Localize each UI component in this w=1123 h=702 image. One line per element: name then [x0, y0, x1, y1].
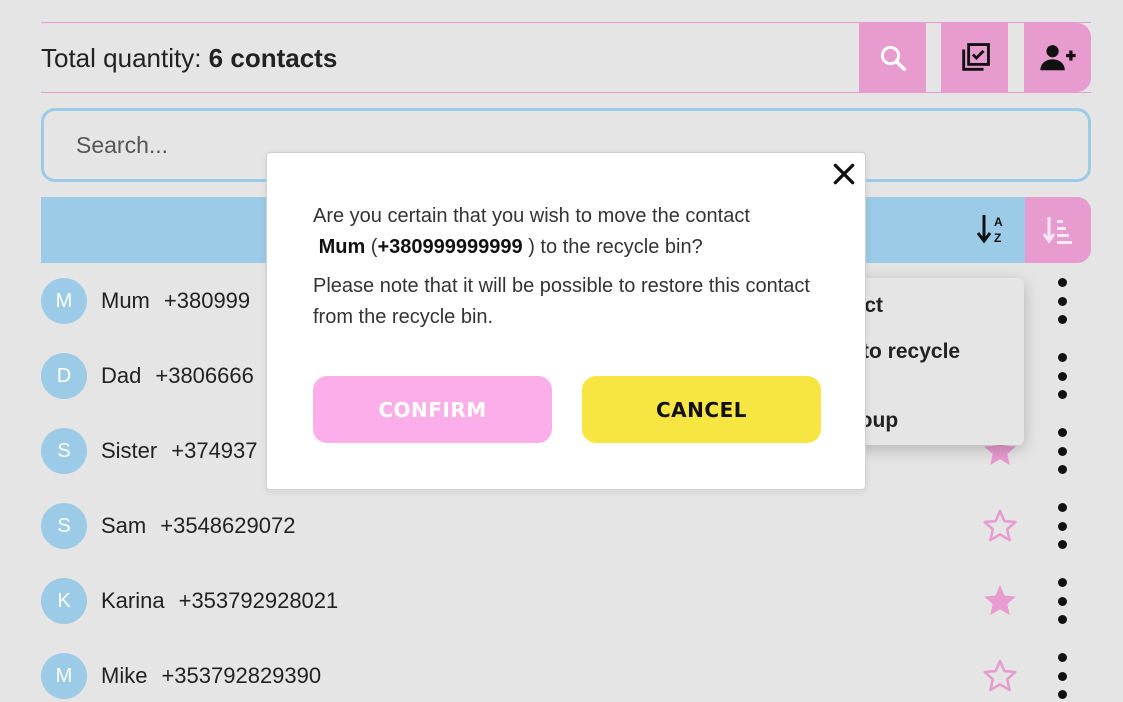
more-vert-icon[interactable] — [1051, 500, 1073, 552]
sort-order-icon — [1042, 217, 1072, 244]
more-vert-icon[interactable] — [1051, 650, 1073, 702]
more-vert-icon[interactable] — [1051, 350, 1073, 402]
total-quantity-count: 6 contacts — [208, 43, 338, 73]
contact-name: Sam — [101, 513, 147, 538]
header-bar: Total quantity: 6 contacts — [41, 22, 1091, 93]
contact-text: Mum +380999 — [101, 288, 250, 314]
contact-phone: +374937 — [171, 438, 258, 463]
star-outline-icon[interactable] — [981, 657, 1019, 695]
confirm-dialog: Are you certain that you wish to move th… — [266, 152, 866, 490]
contact-text: Karina +353792928021 — [101, 588, 338, 614]
dialog-message: Are you certain that you wish to move th… — [313, 201, 833, 333]
add-contact-button[interactable] — [1024, 23, 1091, 92]
search-icon — [880, 45, 906, 71]
contact-text: Sam +3548629072 — [101, 513, 295, 539]
contact-phone: +353792829390 — [161, 663, 322, 688]
sort-alpha-icon[interactable]: A Z — [976, 211, 1008, 247]
star-filled-icon[interactable] — [981, 582, 1019, 620]
select-contacts-button[interactable] — [941, 23, 1008, 92]
contact-name: Karina — [101, 588, 165, 613]
avatar: D — [41, 353, 87, 399]
more-vert-icon[interactable] — [1051, 575, 1073, 627]
more-vert-icon[interactable] — [1051, 425, 1073, 477]
contact-row[interactable]: S Sam +3548629072 — [41, 503, 1091, 549]
dialog-contact-phone: +380999999999 — [377, 236, 523, 258]
sort-order-button[interactable] — [1025, 197, 1091, 263]
dialog-question-end: ) to the recycle bin? — [528, 236, 703, 258]
contact-text: Mike +353792829390 — [101, 663, 321, 689]
select-all-icon — [961, 42, 990, 71]
contact-name: Mike — [101, 663, 148, 688]
dialog-contact-name: Mum — [318, 236, 366, 258]
contact-name: Dad — [101, 363, 142, 388]
more-vert-icon[interactable] — [1051, 275, 1073, 327]
confirm-button[interactable]: CONFIRM — [313, 376, 552, 443]
avatar: S — [41, 503, 87, 549]
contact-name: Sister — [101, 438, 158, 463]
add-user-icon — [1039, 44, 1076, 70]
contact-phone: +380999 — [163, 288, 251, 313]
avatar: S — [41, 428, 87, 474]
contact-name: Mum — [101, 288, 150, 313]
star-outline-icon[interactable] — [981, 507, 1019, 545]
cancel-button[interactable]: CANCEL — [582, 376, 821, 443]
close-icon[interactable] — [831, 161, 857, 187]
contact-row[interactable]: K Karina +353792928021 — [41, 578, 1091, 624]
contact-phone: +353792928021 — [178, 588, 339, 613]
contact-phone: +3806666 — [155, 363, 254, 388]
contact-text: Sister +374937 — [101, 438, 258, 464]
total-quantity-label: Total quantity: — [41, 43, 202, 73]
search-toggle-button[interactable] — [859, 23, 926, 92]
avatar: M — [41, 653, 87, 699]
avatar: K — [41, 578, 87, 624]
contact-row[interactable]: M Mike +353792829390 — [41, 653, 1091, 699]
dialog-question: Are you certain that you wish to move th… — [313, 205, 750, 227]
contact-text: Dad +3806666 — [101, 363, 254, 389]
contact-phone: +3548629072 — [160, 513, 296, 538]
svg-text:Z: Z — [994, 231, 1001, 245]
dialog-note: Please note that it will be possible to … — [313, 275, 810, 328]
total-quantity: Total quantity: 6 contacts — [41, 43, 337, 74]
avatar: M — [41, 278, 87, 324]
svg-text:A: A — [994, 215, 1003, 229]
